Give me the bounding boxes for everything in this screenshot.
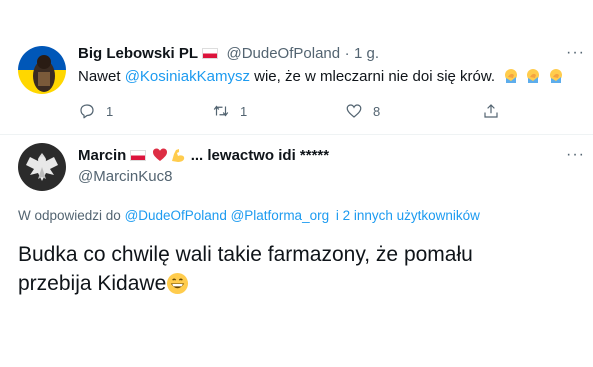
reply-to-others[interactable]: i 2 innych użytkowników (336, 208, 480, 223)
tweet-2-body: Budka co chwilę wali takie farmazony, że… (18, 240, 538, 298)
mention-link[interactable]: @KosiniakKamysz (125, 68, 250, 85)
reply-button[interactable]: 1 (78, 102, 113, 120)
flag-poland-icon (202, 48, 219, 59)
retweet-button[interactable]: 1 (212, 102, 247, 120)
facepalm-emoji-icon (503, 68, 563, 85)
share-button[interactable] (482, 102, 500, 120)
handle-marcin[interactable]: @MarcinKuc8 (78, 168, 172, 185)
display-name-marcin[interactable]: Marcin (78, 147, 126, 164)
like-icon (346, 104, 362, 118)
handle[interactable]: @DudeOfPoland (226, 45, 340, 62)
flexed-bicep-icon (172, 149, 185, 162)
flag-poland-icon (130, 150, 147, 161)
tweet-divider (0, 134, 593, 135)
like-button[interactable]: 8 (345, 102, 380, 120)
reply-count: 1 (106, 103, 114, 119)
display-name-suffix[interactable]: ... lewactwo idi ***** (191, 147, 329, 164)
body-text: Budka co chwilę wali takie farmazony, że… (18, 243, 473, 295)
display-name[interactable]: Big Lebowski PL (78, 45, 198, 62)
tweet-1-header: Big Lebowski PL @DudeOfPoland · 1 g. (78, 45, 379, 63)
text-suffix: wie, że w mleczarni nie doi się krów. (249, 68, 496, 85)
avatar-dudeofpoland[interactable] (18, 46, 66, 94)
reply-to-platforma[interactable]: @Platforma_org (231, 208, 330, 223)
tweet-1-text: Nawet @KosiniakKamysz wie, że w mleczarn… (78, 68, 564, 85)
grinning-emoji-icon (167, 272, 189, 295)
reply-context: W odpowiedzi do @DudeOfPoland @Platforma… (18, 208, 480, 223)
tweet-2-header: Marcin ... lewactwo idi ***** (78, 147, 329, 165)
text-prefix: Nawet (78, 68, 125, 85)
reply-to-dudeofpoland[interactable]: @DudeOfPoland (125, 208, 227, 223)
more-icon[interactable]: ··· (566, 44, 585, 62)
timestamp[interactable]: 1 g. (354, 45, 379, 62)
eagle-avatar-icon (18, 143, 66, 191)
red-heart-icon (152, 148, 167, 161)
reply-to-prefix: W odpowiedzi do (18, 208, 125, 223)
like-count: 8 (373, 103, 381, 119)
avatar-image (18, 46, 66, 94)
retweet-count: 1 (240, 103, 248, 119)
reply-icon (80, 104, 94, 119)
share-icon (484, 104, 498, 118)
more-icon[interactable]: ··· (566, 146, 585, 164)
avatar-marcinkuc8[interactable] (18, 143, 66, 191)
separator: · (344, 45, 350, 62)
retweet-icon (213, 105, 229, 117)
